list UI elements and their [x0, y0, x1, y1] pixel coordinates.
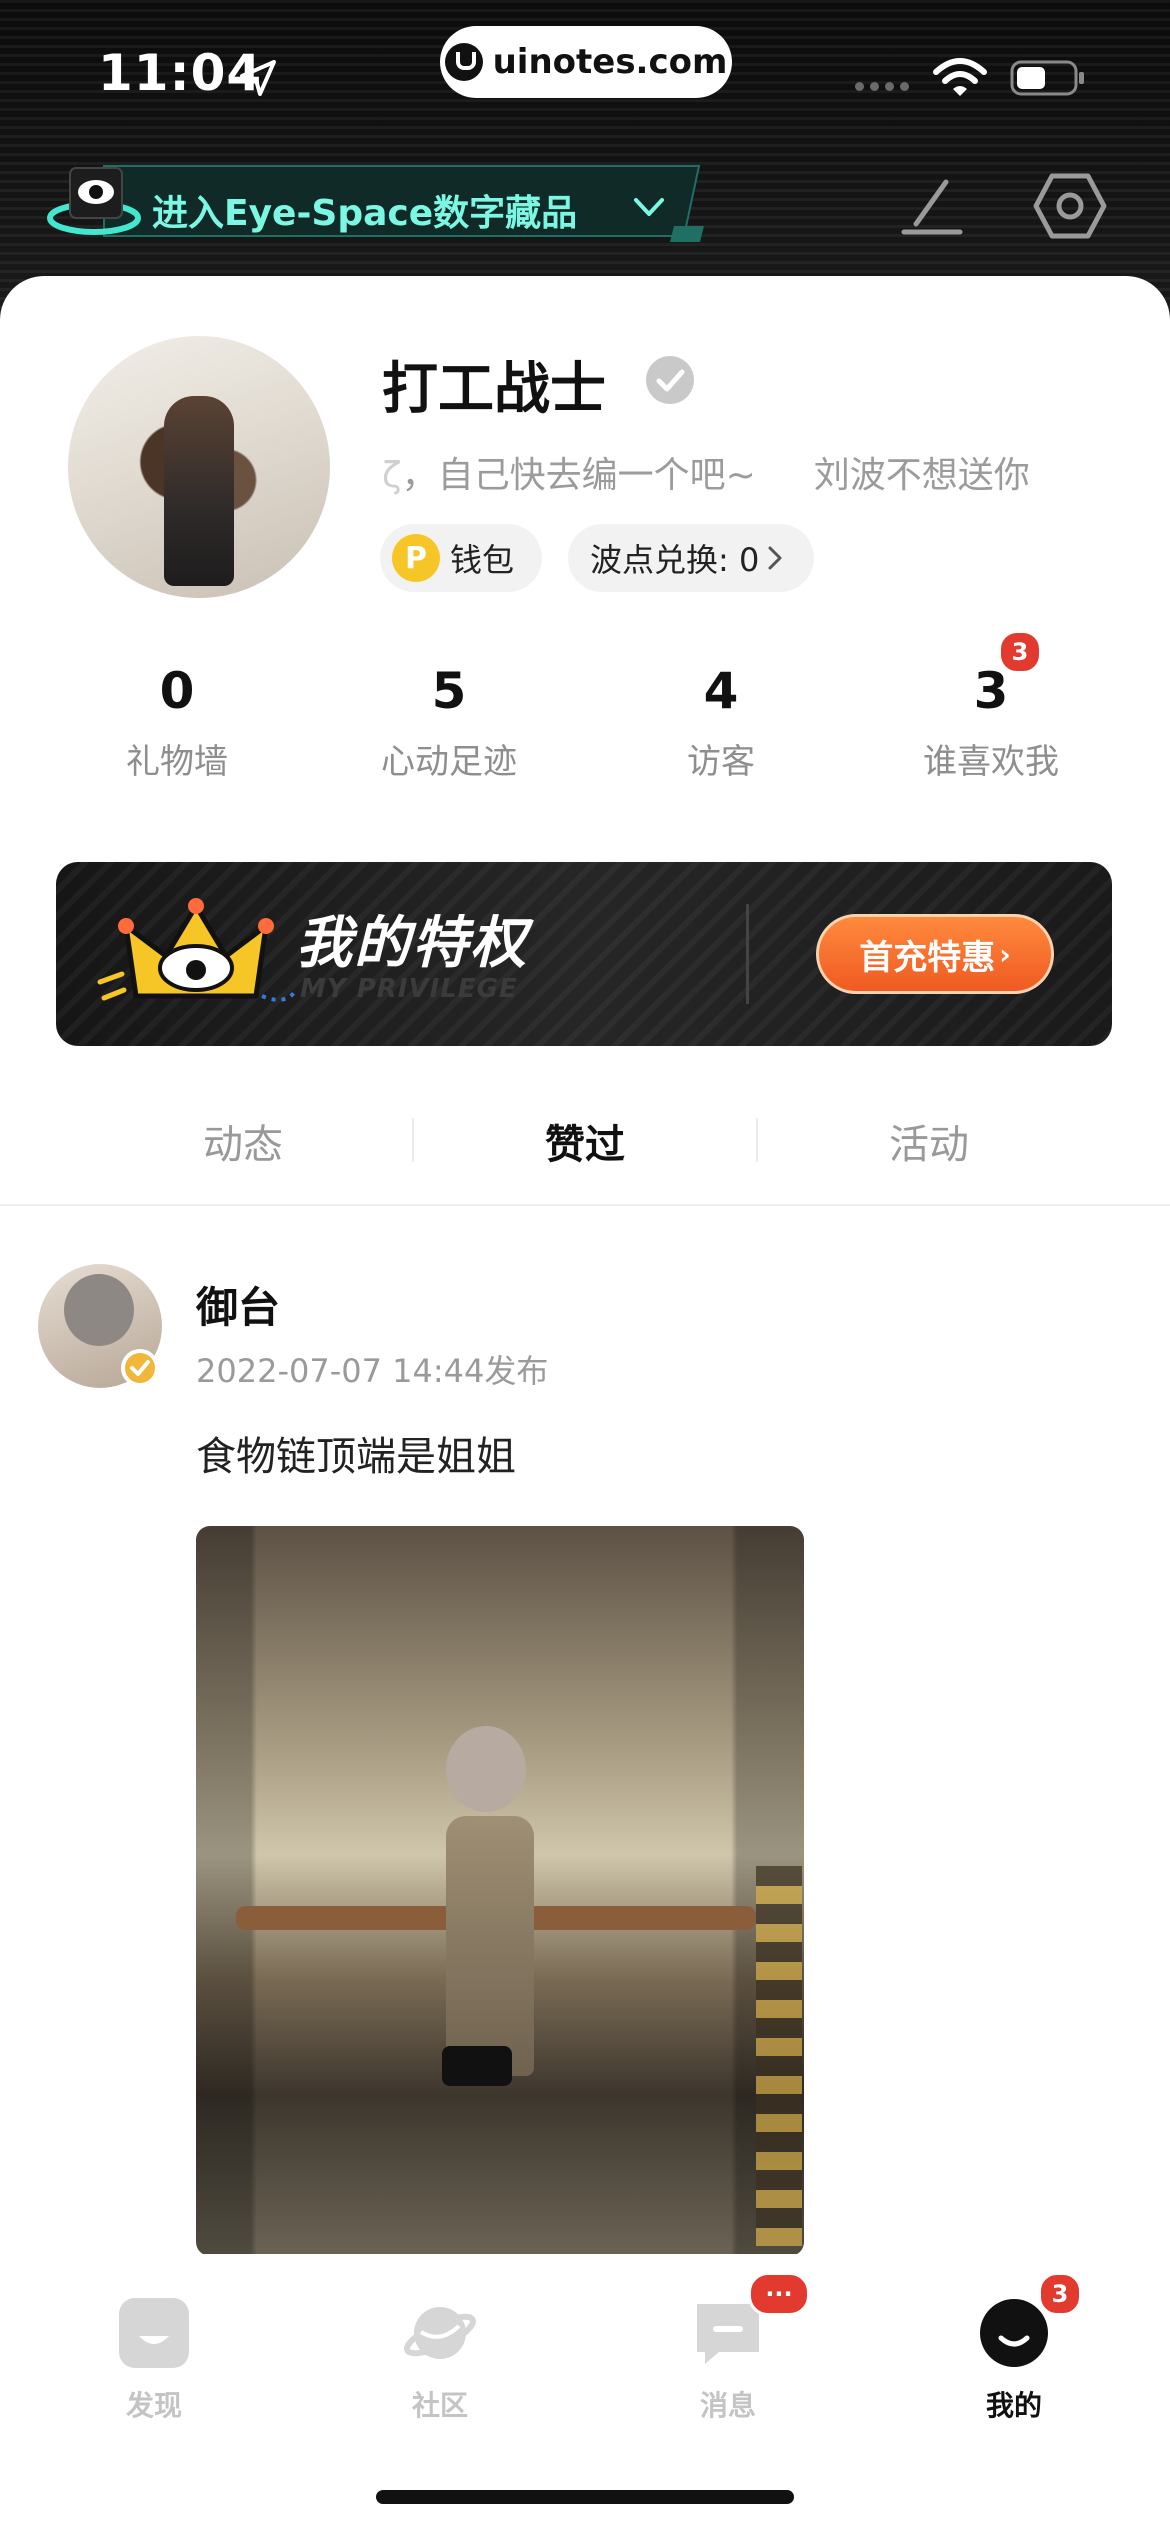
profile-tabs: 动态 赞过 活动: [0, 1098, 1170, 1208]
wallet-button[interactable]: P 钱包: [380, 524, 542, 592]
post-author-name[interactable]: 御台: [196, 1274, 280, 1335]
bio-prefix: ζ: [382, 455, 402, 496]
cellular-signal-icon: [855, 82, 909, 91]
privilege-title: 我的特权: [296, 911, 528, 976]
crown-icon: [97, 898, 298, 1002]
avatar[interactable]: [68, 336, 330, 598]
nav-discover[interactable]: 发现: [54, 2296, 254, 2424]
planet-icon: [404, 2307, 476, 2359]
bio-text[interactable]: ζ，自己快去编一个吧~ 刘波不想送你: [382, 446, 1092, 498]
stat-who-likes-me[interactable]: 3 谁喜欢我: [856, 662, 1126, 783]
profile-icon: [980, 2299, 1048, 2367]
stat-label: 礼物墙: [126, 742, 228, 782]
profile-stats: 0 礼物墙 5 心动足迹 4 访客 3 谁喜欢我: [0, 662, 1170, 802]
first-recharge-button[interactable]: 首充特惠 ›: [816, 914, 1054, 994]
chevron-right-icon: ›: [999, 937, 1011, 971]
verified-badge-icon: [121, 1349, 159, 1387]
discover-icon: [119, 2298, 189, 2368]
chevron-down-icon[interactable]: [632, 196, 666, 220]
home-indicator[interactable]: [376, 2490, 794, 2504]
first-recharge-label: 首充特惠: [859, 937, 996, 978]
post-image[interactable]: [196, 1526, 804, 2256]
profile-badge: 3: [1038, 2272, 1082, 2316]
nav-label: 我的: [985, 2389, 1042, 2422]
stat-label: 访客: [687, 742, 755, 782]
stat-gift-wall[interactable]: 0 礼物墙: [42, 662, 312, 783]
tab-posts[interactable]: 动态: [48, 1112, 438, 1170]
messages-badge: ···: [748, 2272, 810, 2316]
nav-community[interactable]: 社区: [340, 2296, 540, 2424]
tab-activities[interactable]: 活动: [734, 1112, 1124, 1170]
url-text: uinotes.com: [492, 42, 728, 82]
wallet-label: 钱包: [450, 541, 515, 579]
settings-icon[interactable]: [1032, 168, 1108, 244]
battery-icon: [1010, 60, 1084, 96]
nav-profile[interactable]: 我的: [914, 2296, 1114, 2424]
coin-icon: P: [392, 534, 440, 582]
status-bar: 11:04 uinotes.com: [0, 0, 1170, 150]
location-arrow-icon: [240, 60, 276, 96]
exchange-label: 波点兑换: 0: [590, 541, 760, 579]
chevron-right-icon: [768, 546, 782, 570]
post-text[interactable]: 食物链顶端是姐姐: [196, 1424, 516, 1482]
nav-label: 发现: [125, 2389, 182, 2422]
privilege-subtitle: MY PRIVILEGE: [300, 974, 518, 1004]
nav-label: 消息: [699, 2389, 756, 2422]
verified-check-icon: [646, 356, 694, 404]
tab-liked[interactable]: 赞过: [390, 1112, 780, 1170]
points-exchange-button[interactable]: 波点兑换: 0: [568, 524, 814, 592]
bio-right: 刘波不想送你: [813, 455, 1030, 496]
stat-value: 4: [703, 662, 739, 720]
post-date: 2022-07-07 14:44发布: [196, 1352, 549, 1390]
likes-badge: 3: [998, 630, 1042, 674]
privilege-banner[interactable]: 我的特权 MY PRIVILEGE 首充特惠 ›: [56, 862, 1112, 1046]
bio-left: ，自己快去编一个吧~: [401, 455, 756, 496]
stat-label: 心动足迹: [381, 742, 517, 782]
username: 打工战士: [382, 357, 606, 422]
stat-value: 0: [159, 662, 195, 720]
nav-label: 社区: [411, 2389, 468, 2422]
privilege-divider: [746, 904, 749, 1004]
edit-pen-icon[interactable]: [896, 168, 968, 240]
stat-visitors[interactable]: 4 访客: [586, 662, 856, 783]
stat-footprints[interactable]: 5 心动足迹: [314, 662, 584, 783]
stat-label: 谁喜欢我: [923, 742, 1059, 782]
stat-value: 5: [431, 662, 467, 720]
site-logo-icon: [444, 43, 483, 81]
url-pill[interactable]: uinotes.com: [440, 26, 732, 98]
nav-messages[interactable]: 消息: [628, 2296, 828, 2424]
tabs-divider: [0, 1204, 1170, 1206]
stat-value: 3: [973, 662, 1009, 720]
eye-space-label[interactable]: 进入Eye-Space数字藏品: [152, 184, 577, 236]
wifi-icon: [933, 58, 987, 96]
